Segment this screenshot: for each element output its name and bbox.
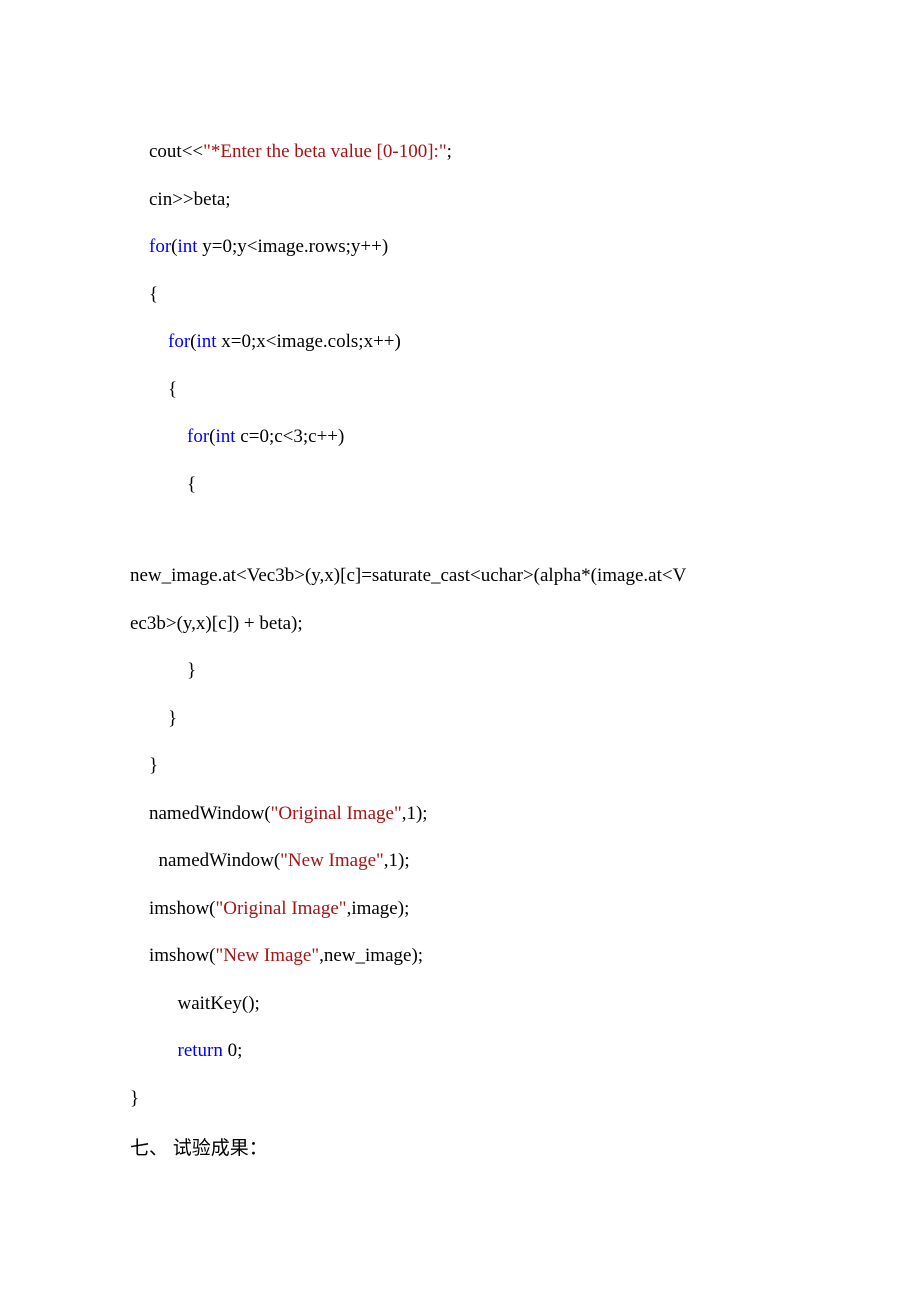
code-line: namedWindow("Original Image",1); (130, 790, 790, 838)
code-text: namedWindow( (130, 803, 271, 824)
keyword: for (149, 236, 171, 257)
code-text (130, 426, 187, 447)
code-text: y=0;y<image.rows;y++) (198, 236, 389, 257)
code-text: ,1); (384, 850, 410, 871)
keyword: int (215, 426, 235, 447)
code-line: } (130, 695, 790, 743)
code-line: imshow("Original Image",image); (130, 885, 790, 933)
code-text: ; (447, 141, 452, 162)
code-text (130, 331, 168, 352)
code-line: imshow("New Image",new_image); (130, 932, 790, 980)
code-line: { (130, 366, 790, 414)
code-line: ec3b>(y,x)[c]) + beta); (130, 600, 790, 648)
blank-space (130, 508, 790, 552)
keyword: int (196, 331, 216, 352)
code-text: ,1); (402, 803, 428, 824)
code-text: ,new_image); (319, 945, 423, 966)
code-line: namedWindow("New Image",1); (130, 837, 790, 885)
string-literal: "New Image" (280, 850, 384, 871)
code-text (130, 1040, 178, 1061)
code-text: cout<< (130, 141, 203, 162)
code-text: namedWindow( (130, 850, 280, 871)
code-text: 0; (223, 1040, 243, 1061)
string-literal: "New Image" (216, 945, 320, 966)
keyword: for (168, 331, 190, 352)
code-text (130, 236, 149, 257)
code-text: ,image); (347, 898, 410, 919)
code-line: cout<<"*Enter the beta value [0-100]:"; (130, 128, 790, 176)
code-line: return 0; (130, 1027, 790, 1075)
code-line: for(int y=0;y<image.rows;y++) (130, 223, 790, 271)
code-line: for(int x=0;x<image.cols;x++) (130, 318, 790, 366)
code-line: waitKey(); (130, 980, 790, 1028)
code-text: x=0;x<image.cols;x++) (217, 331, 401, 352)
keyword: for (187, 426, 209, 447)
code-text: c=0;c<3;c++) (236, 426, 345, 447)
code-line: } (130, 647, 790, 695)
code-text: imshow( (130, 898, 216, 919)
document-page: cout<<"*Enter the beta value [0-100]:"; … (0, 0, 920, 1230)
code-line: new_image.at<Vec3b>(y,x)[c]=saturate_cas… (130, 552, 790, 600)
string-literal: "Original Image" (271, 803, 402, 824)
string-literal: "*Enter the beta value [0-100]:" (203, 141, 446, 162)
code-text: imshow( (130, 945, 216, 966)
code-line: cin>>beta; (130, 176, 790, 224)
code-line: for(int c=0;c<3;c++) (130, 413, 790, 461)
string-literal: "Original Image" (216, 898, 347, 919)
code-line: { (130, 461, 790, 509)
keyword: return (178, 1040, 223, 1061)
section-heading: 七、 试验成果： (130, 1128, 790, 1170)
code-line: } (130, 742, 790, 790)
keyword: int (177, 236, 197, 257)
code-line: } (130, 1075, 790, 1123)
code-line: { (130, 271, 790, 319)
